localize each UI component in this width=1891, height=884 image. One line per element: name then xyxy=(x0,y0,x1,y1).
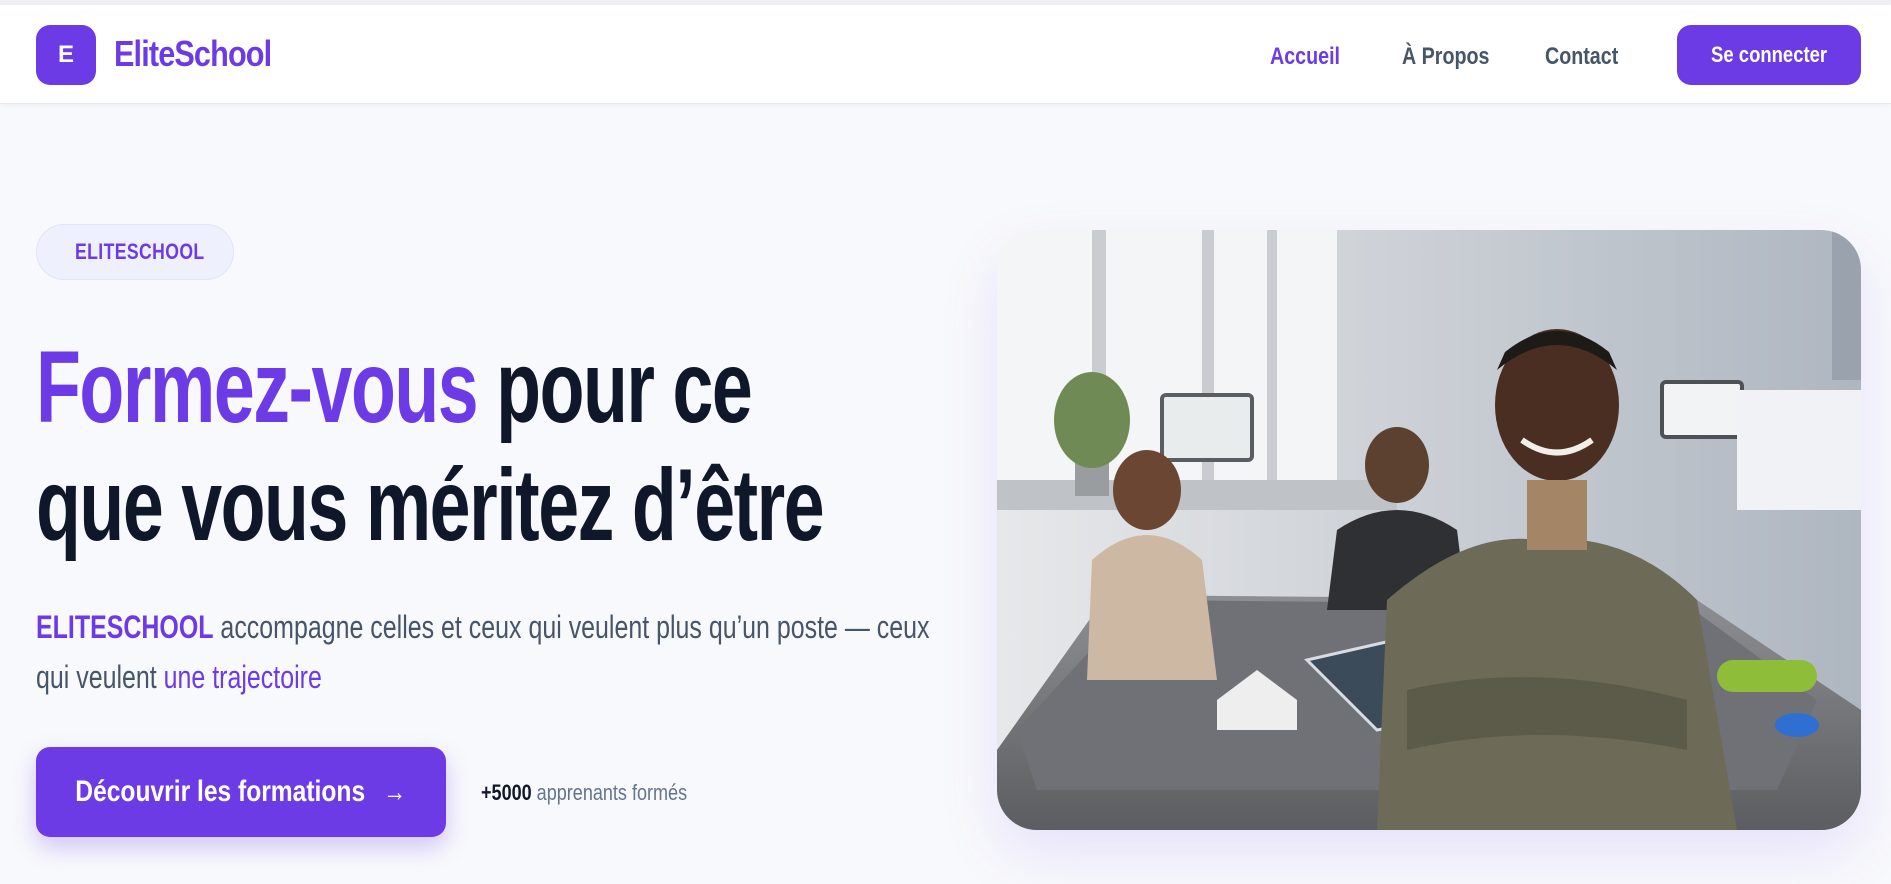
hero-photo-illustration xyxy=(997,230,1861,830)
hero-headline: Formez-vous pour ce que vous méritez d’êt… xyxy=(36,328,825,564)
hero-description: ELITESCHOOL accompagne celles et ceux qu… xyxy=(36,602,929,702)
site-header: E EliteSchool Accueil À Propos Contact S… xyxy=(0,5,1891,104)
logo-letter: E xyxy=(57,41,74,68)
cta-label: Découvrir les formations xyxy=(75,775,366,808)
nav-accueil[interactable]: Accueil xyxy=(1270,43,1340,71)
description-highlight: une trajectoire xyxy=(163,659,322,695)
nav-a-propos[interactable]: À Propos xyxy=(1402,43,1489,71)
nav-contact[interactable]: Contact xyxy=(1545,43,1618,71)
description-brand: ELITESCHOOL xyxy=(36,609,214,645)
cta-inner: Découvrir les formations → xyxy=(76,775,407,809)
stat-label: apprenants formés xyxy=(531,780,688,805)
discover-formations-button[interactable]: Découvrir les formations → xyxy=(36,747,446,837)
logo-icon[interactable]: E xyxy=(36,25,96,85)
arrow-right-icon: → xyxy=(383,776,407,807)
headline-line2: que vous méritez d’être xyxy=(36,448,825,562)
stat-number: +5000 xyxy=(481,780,532,805)
logo-text[interactable]: EliteSchool xyxy=(114,33,272,75)
learners-stat: +5000 apprenants formés xyxy=(481,780,687,806)
hero-photo xyxy=(997,230,1861,830)
description-line2-prefix: qui veulent xyxy=(36,659,164,695)
headline-line1-rest: pour ce xyxy=(477,330,753,444)
headline-accent: Formez-vous xyxy=(36,330,479,444)
login-button[interactable]: Se connecter xyxy=(1677,25,1861,85)
badge-label: ELITESCHOOL xyxy=(75,239,205,264)
login-button-label: Se connecter xyxy=(1710,42,1828,67)
description-line1-rest: accompagne celles et ceux qui veulent pl… xyxy=(213,609,930,645)
hero-badge: ELITESCHOOL xyxy=(36,224,234,280)
